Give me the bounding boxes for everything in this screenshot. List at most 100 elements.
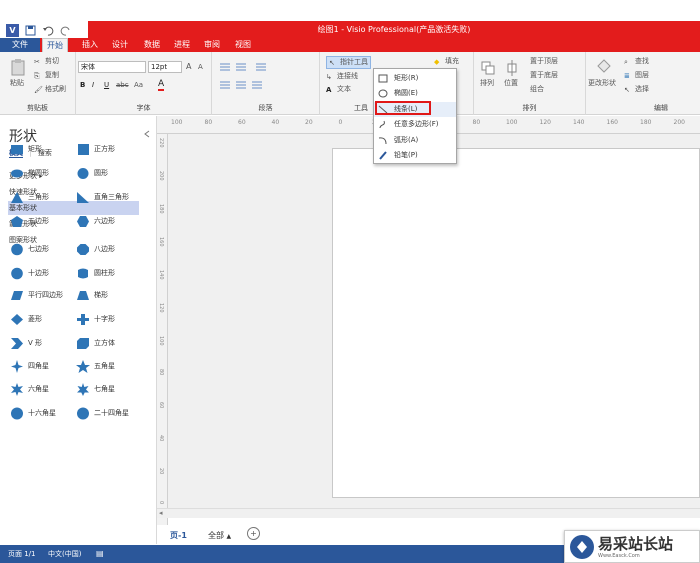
shape-item[interactable]: 十六角星 bbox=[8, 406, 56, 420]
font-color-button[interactable]: A bbox=[158, 79, 165, 91]
ruler-tick-label: 20 bbox=[158, 468, 164, 475]
language-indicator[interactable]: 中文(中国) bbox=[48, 545, 81, 563]
shape-item[interactable]: 矩形 bbox=[8, 142, 42, 156]
pointer-tool-button[interactable]: ↖ 指针工具 bbox=[326, 56, 371, 69]
shape-thumbnail-icon bbox=[11, 216, 23, 227]
horizontal-scrollbar[interactable]: ◂ bbox=[157, 508, 700, 518]
underline-button[interactable]: U bbox=[104, 80, 109, 91]
shape-item[interactable]: 三角形 bbox=[8, 190, 49, 204]
shape-item[interactable]: 四角星 bbox=[8, 359, 49, 373]
shape-item[interactable]: 十字形 bbox=[74, 312, 115, 326]
change-case-button[interactable]: Aa bbox=[134, 80, 143, 91]
paste-icon[interactable] bbox=[10, 58, 26, 76]
shape-item[interactable]: 圆形 bbox=[74, 166, 108, 180]
copy-icon: ⎘ bbox=[34, 71, 40, 80]
redo-icon[interactable] bbox=[60, 25, 72, 36]
add-page-button[interactable]: + bbox=[247, 527, 260, 540]
shape-item-label: 六边形 bbox=[94, 217, 115, 225]
position-icon[interactable] bbox=[504, 60, 520, 76]
shape-item-label: 七边形 bbox=[28, 245, 49, 253]
position-button[interactable]: 位置 bbox=[504, 78, 518, 89]
ruler-tick-label: 60 bbox=[158, 402, 164, 409]
paste-button[interactable]: 粘贴 bbox=[10, 78, 24, 89]
bold-button[interactable]: B bbox=[80, 80, 85, 91]
shape-item[interactable]: 二十四角星 bbox=[74, 406, 129, 420]
scroll-left-icon[interactable]: ◂ bbox=[159, 509, 163, 518]
shrink-font-button[interactable]: A bbox=[198, 62, 203, 73]
tab-insert[interactable]: 插入 bbox=[78, 38, 102, 52]
tab-process[interactable]: 进程 bbox=[170, 38, 194, 52]
save-icon[interactable] bbox=[25, 25, 36, 36]
fill-button[interactable]: ◆ 填充 bbox=[434, 56, 459, 67]
shape-item[interactable]: 五角星 bbox=[74, 359, 115, 373]
rectangle-icon bbox=[378, 74, 388, 83]
shape-item[interactable]: 椭圆形 bbox=[8, 166, 49, 180]
text-tool-button[interactable]: A 文本 bbox=[326, 84, 351, 95]
font-size-combo[interactable]: 12pt bbox=[148, 61, 182, 73]
macro-icon[interactable]: ▤ bbox=[96, 545, 104, 563]
tab-home[interactable]: 开始 bbox=[42, 38, 68, 52]
shape-item[interactable]: 直角三角形 bbox=[74, 190, 129, 204]
ruler-tick-label: 100 bbox=[171, 119, 183, 126]
collapse-panel-icon[interactable] bbox=[143, 130, 151, 138]
arrange-group: 排列 位置 置于顶层 置于底层 组合 排列 bbox=[474, 52, 586, 115]
copy-button[interactable]: ⎘ 复制 bbox=[34, 70, 59, 81]
send-to-back-button[interactable]: 置于底层 bbox=[530, 70, 558, 81]
all-pages-button[interactable]: 全部 ▲ bbox=[208, 530, 231, 541]
group-button[interactable]: 组合 bbox=[530, 84, 544, 95]
ribbon-tabs: 文件 开始 插入 设计 数据 进程 审阅 视图 bbox=[0, 38, 700, 52]
change-shape-icon[interactable] bbox=[596, 58, 612, 74]
drawing-page[interactable] bbox=[332, 148, 700, 498]
format-painter-button[interactable]: 🖌 格式刷 bbox=[34, 84, 66, 95]
select-button[interactable]: ↖ 选择 bbox=[624, 84, 649, 95]
strikethrough-button[interactable]: abc bbox=[116, 80, 129, 91]
shape-item[interactable]: V 形 bbox=[8, 336, 42, 350]
shape-item[interactable]: 梯形 bbox=[74, 288, 108, 302]
shape-item[interactable]: 六角星 bbox=[8, 382, 49, 396]
shape-thumbnail-icon bbox=[78, 268, 88, 279]
layers-button[interactable]: ≣ 图层 bbox=[624, 70, 649, 81]
menu-item-arc[interactable]: 弧形(A) bbox=[374, 133, 456, 148]
shape-item[interactable]: 七边形 bbox=[8, 242, 49, 256]
title-bar: V 绘图1 - Visio Professional(产品激活失败) bbox=[0, 0, 700, 38]
undo-icon[interactable] bbox=[42, 25, 54, 36]
menu-item-rectangle[interactable]: 矩形(R) bbox=[374, 71, 456, 86]
shape-item-label: 二十四角星 bbox=[94, 409, 129, 417]
menu-item-ellipse[interactable]: 椭圆(E) bbox=[374, 86, 456, 101]
menu-item-freeform[interactable]: 任意多边形(F) bbox=[374, 117, 456, 132]
shape-thumbnail-icon bbox=[11, 267, 23, 280]
font-name-combo[interactable]: 宋体 bbox=[78, 61, 146, 73]
shape-item[interactable]: 五边形 bbox=[8, 214, 49, 228]
find-button[interactable]: ⌕ 查找 bbox=[624, 56, 649, 67]
arrange-button[interactable]: 排列 bbox=[480, 78, 494, 89]
tab-design[interactable]: 设计 bbox=[108, 38, 132, 52]
ruler-tick-label: 200 bbox=[158, 171, 164, 181]
tab-view[interactable]: 视图 bbox=[231, 38, 255, 52]
bring-to-front-button[interactable]: 置于顶层 bbox=[530, 56, 558, 67]
shape-item[interactable]: 立方体 bbox=[74, 336, 115, 350]
watermark-text: 易采站长站 bbox=[598, 535, 674, 553]
shape-item[interactable]: 平行四边形 bbox=[8, 288, 63, 302]
shape-item[interactable]: 七角星 bbox=[74, 382, 115, 396]
arrange-icon[interactable] bbox=[480, 60, 496, 76]
shape-item[interactable]: 菱形 bbox=[8, 312, 42, 326]
drawing-tools-dropdown: 矩形(R) 椭圆(E) 线条(L) 任意多边形(F) 弧形(A) 铅笔(P) bbox=[373, 68, 457, 164]
page-indicator[interactable]: 页面 1/1 bbox=[8, 545, 36, 563]
paragraph-align-icons[interactable] bbox=[218, 62, 314, 92]
shape-item[interactable]: 八边形 bbox=[74, 242, 115, 256]
cut-button[interactable]: ✂ 剪切 bbox=[34, 56, 59, 67]
connector-button[interactable]: ↳ 连接线 bbox=[326, 71, 358, 82]
shape-thumbnail-icon bbox=[76, 360, 90, 373]
shape-item[interactable]: 六边形 bbox=[74, 214, 115, 228]
page-tab-1[interactable]: 页-1 bbox=[170, 530, 187, 541]
tab-file[interactable]: 文件 bbox=[0, 38, 40, 52]
tab-data[interactable]: 数据 bbox=[140, 38, 164, 52]
tab-review[interactable]: 审阅 bbox=[200, 38, 224, 52]
grow-font-button[interactable]: A bbox=[186, 61, 191, 72]
shape-item[interactable]: 十边形 bbox=[8, 266, 49, 280]
italic-button[interactable]: I bbox=[92, 80, 94, 91]
change-shape-button[interactable]: 更改形状 bbox=[588, 78, 616, 89]
menu-item-pencil[interactable]: 铅笔(P) bbox=[374, 148, 456, 163]
shape-item[interactable]: 正方形 bbox=[74, 142, 115, 156]
shape-item[interactable]: 圆柱形 bbox=[74, 266, 115, 280]
